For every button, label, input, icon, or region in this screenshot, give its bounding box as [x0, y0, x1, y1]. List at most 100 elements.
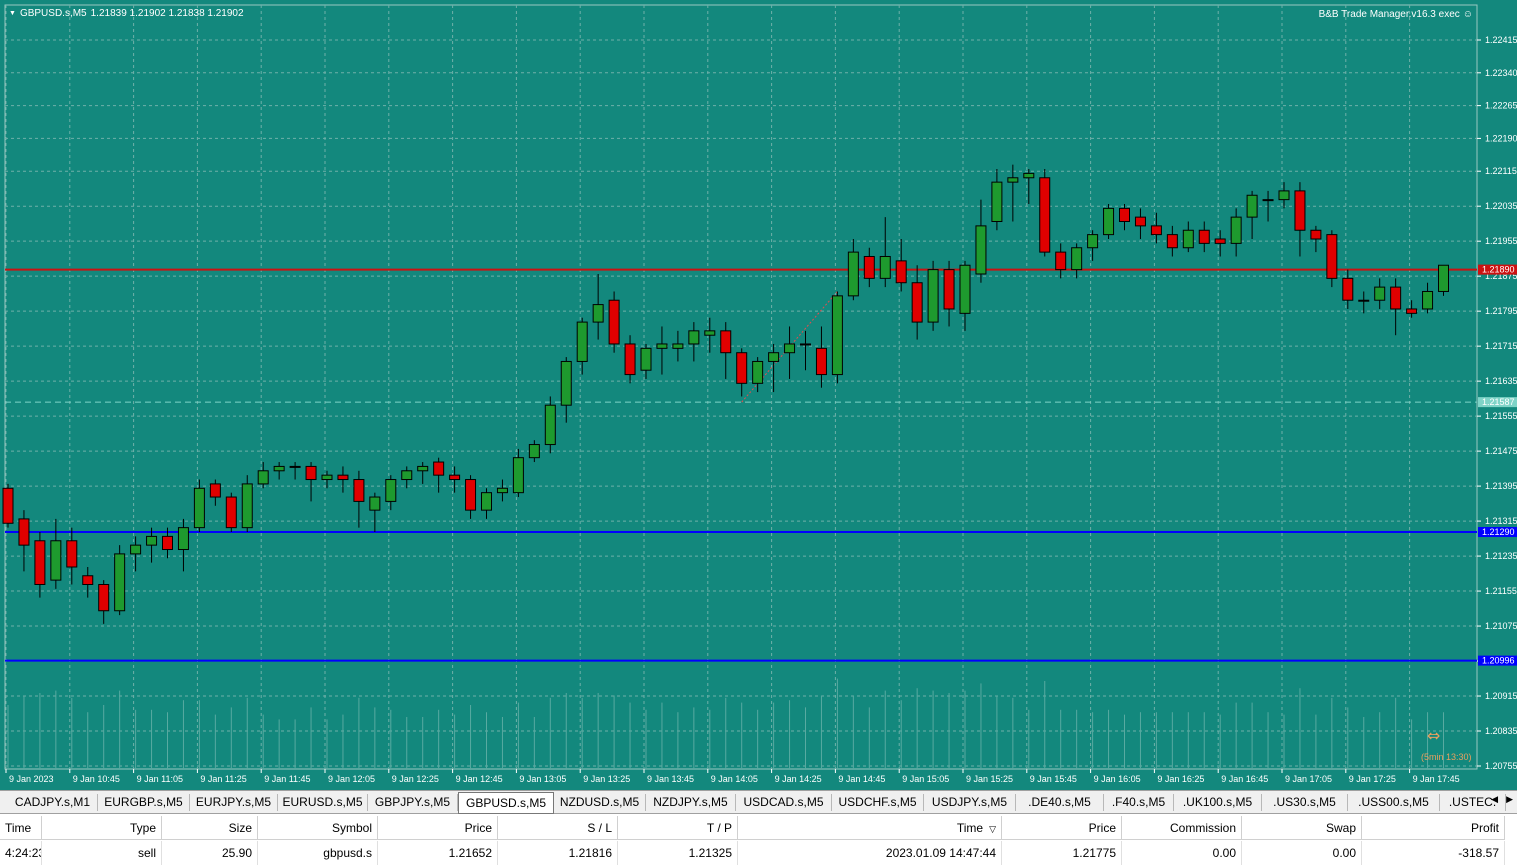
shift-arrow-icon[interactable]: ⇔ [1427, 726, 1440, 745]
bear-candle-body [66, 540, 78, 568]
header-commission[interactable]: Commission [1122, 816, 1242, 840]
time-tick-label: 9 Jan 15:25 [966, 774, 1013, 784]
time-tick-label: 9 Jan 17:25 [1349, 774, 1396, 784]
collapse-triangle-icon[interactable]: ▼ [9, 10, 16, 17]
tab-usdchf-s-m5[interactable]: USDCHF.s,M5 [832, 794, 924, 811]
bull-candle-body [417, 465, 429, 472]
header-tp[interactable]: T / P [618, 816, 738, 840]
bull-candle-body [768, 352, 780, 362]
tab-nzdjpy-s-m5[interactable]: NZDJPY.s,M5 [646, 794, 736, 811]
bull-candle-body [672, 343, 684, 349]
scroll-right-icon[interactable]: ▶ [1506, 794, 1513, 805]
price-tick-label: 1.20915 [1485, 691, 1517, 701]
tab-uk100-s-m5[interactable]: .UK100.s,M5 [1174, 794, 1262, 811]
bear-candle-body [1342, 277, 1354, 301]
bear-candle-body [353, 479, 365, 502]
candle [401, 466, 413, 489]
header-close-price[interactable]: Price [1002, 816, 1122, 840]
candle [624, 335, 636, 384]
header-profit[interactable]: Profit [1362, 816, 1505, 840]
price-tick-label: 1.21715 [1485, 341, 1517, 351]
bear-candle-body [305, 465, 317, 481]
entry-line-price-label: 1.21587 [1482, 397, 1515, 407]
bull-candle-body [1182, 229, 1194, 249]
candle [800, 330, 811, 371]
tab-de40-s-m5[interactable]: .DE40.s,M5 [1016, 794, 1104, 811]
bear-candle-body [98, 584, 110, 612]
header-symbol[interactable]: Symbol [258, 816, 378, 840]
candle [465, 475, 477, 519]
tab-usdjpy-s-m5[interactable]: USDJPY.s,M5 [924, 794, 1016, 811]
header-swap[interactable]: Swap [1242, 816, 1362, 840]
tab-eurusd-s-m5[interactable]: EURUSD.s,M5 [278, 794, 368, 811]
bear-candle-body [18, 518, 30, 546]
header-size[interactable]: Size [162, 816, 258, 840]
bull-candle-body [576, 321, 588, 362]
bull-candle-body [177, 527, 189, 551]
sort-indicator-icon: ▽ [989, 824, 996, 834]
chart-canvas[interactable]: 1.22415 1.22340 1.22265 1.22190 1.22115 1.220… [0, 0, 1517, 790]
bear-candle-body [433, 461, 445, 476]
header-price[interactable]: Price [378, 816, 498, 840]
candle [273, 462, 285, 480]
time-tick-label: 9 Jan 15:45 [1030, 774, 1077, 784]
candle [720, 322, 732, 379]
candle [784, 326, 796, 379]
tab-uss00-s-m5[interactable]: .USS00.s,M5 [1348, 794, 1440, 811]
header-type[interactable]: Type [42, 816, 162, 840]
bull-candle-body [879, 255, 891, 279]
tab-eurjpy-s-m5[interactable]: EURJPY.s,M5 [190, 794, 278, 811]
candle [1310, 225, 1322, 253]
candle [736, 348, 748, 397]
bull-candle-body [1278, 190, 1290, 201]
candle [177, 518, 189, 572]
candle [1406, 300, 1418, 318]
tab-gbpusd-s-m5[interactable]: GBPUSD.s,M5 [458, 792, 554, 814]
candle [1342, 269, 1354, 309]
time-tick-label: 9 Jan 10:45 [73, 774, 120, 784]
cell-symbol: gbpusd.s [258, 841, 378, 865]
bear-candle-body [911, 282, 923, 323]
scroll-left-icon[interactable]: ◀ [1491, 794, 1498, 805]
candle [895, 238, 907, 292]
tab-f40-s-m5[interactable]: .F40.s,M5 [1104, 794, 1174, 811]
candle [863, 247, 875, 288]
tab-usdcad-s-m5[interactable]: USDCAD.s,M5 [736, 794, 832, 811]
candle [496, 479, 508, 502]
bear-candle-body [608, 299, 620, 345]
bull-candle-body [401, 470, 413, 481]
tab-us30-s-m5[interactable]: .US30.s,M5 [1262, 794, 1348, 811]
bull-candle-body [959, 264, 971, 314]
bull-candle-body [385, 479, 397, 502]
expert-advisor-label[interactable]: B&B Trade Manager.v16.3 exec ☺ [1319, 9, 1473, 20]
header-close-time[interactable]: Time ▽ [738, 816, 1002, 840]
bear-candle-body [2, 487, 14, 524]
chart-ohlc: 1.21839 1.21902 1.21838 1.21902 [90, 8, 244, 19]
header-time[interactable]: Time [0, 816, 42, 840]
bear-candle-body [720, 330, 732, 354]
candle [1390, 278, 1402, 336]
candle [433, 457, 445, 493]
time-tick-label: 9 Jan 16:45 [1221, 774, 1268, 784]
tab-gbpjpy-s-m5[interactable]: GBPJPY.s,M5 [368, 794, 458, 811]
bear-candle-body [209, 483, 221, 498]
header-type-label: Type [129, 821, 156, 835]
header-sl-label: S / L [587, 821, 612, 835]
price-tick-label: 1.21795 [1485, 306, 1517, 316]
tab-eurgbp-s-m5[interactable]: EURGBP.s,M5 [98, 794, 190, 811]
bear-candle-body [624, 343, 636, 376]
time-tick-label: 9 Jan 11:25 [200, 774, 246, 784]
stop-loss-line-price-label: 1.21890 [1482, 265, 1515, 275]
bear-candle-body [1198, 229, 1210, 244]
time-tick-label: 9 Jan 16:25 [1157, 774, 1204, 784]
tab-cadjpy-s-m1[interactable]: CADJPY.s,M1 [8, 794, 98, 811]
tab-nzdusd-s-m5[interactable]: NZDUSD.s,M5 [554, 794, 646, 811]
price-tick-label: 1.21555 [1485, 411, 1517, 421]
cell-close-price: 1.21775 [1002, 841, 1122, 865]
bull-candle-body [831, 295, 843, 376]
price-chart[interactable]: 1.22415 1.22340 1.22265 1.22190 1.22115 1.220… [0, 0, 1517, 790]
bull-candle-body [847, 251, 859, 297]
candle [1055, 243, 1067, 279]
bear-candle-body [1294, 190, 1306, 231]
header-sl[interactable]: S / L [498, 816, 618, 840]
